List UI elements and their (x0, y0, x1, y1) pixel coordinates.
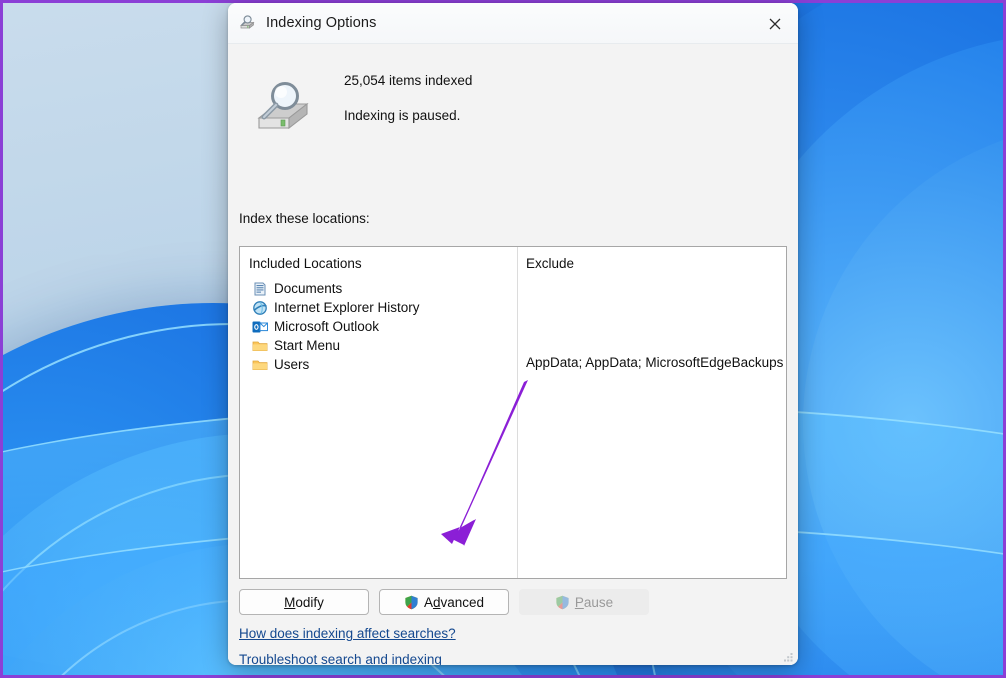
column-header-included: Included Locations (249, 256, 362, 271)
indexing-search-drive-icon (239, 14, 257, 32)
status-section: 25,054 items indexed Indexing is paused. (239, 60, 787, 150)
column-header-exclude: Exclude (526, 256, 575, 271)
uac-shield-icon (555, 595, 570, 610)
close-x-icon (769, 18, 781, 29)
troubleshoot-search-and-indexing-link[interactable]: Troubleshoot search and indexing (239, 652, 442, 665)
modify-button-label: Modify (284, 594, 324, 610)
internet-explorer-icon (252, 300, 268, 316)
documents-file-icon (252, 281, 268, 297)
indexing-options-dialog: Indexing Options 25,054 items indexed In… (228, 3, 798, 665)
dialog-body: 25,054 items indexed Indexing is paused.… (228, 44, 798, 665)
location-name: Users (274, 357, 310, 372)
indexing-state-text: Indexing is paused. (344, 108, 461, 123)
table-row[interactable]: Start Menu (240, 336, 517, 355)
close-window-button[interactable] (752, 3, 798, 44)
table-row[interactable]: Documents (240, 279, 517, 298)
screen-frame: Indexing Options 25,054 items indexed In… (0, 0, 1006, 678)
magnifier-over-drive-icon (255, 80, 317, 138)
folder-icon (252, 357, 268, 373)
included-locations-listbox[interactable]: Included Locations Exclude Documents Int… (239, 246, 787, 579)
pause-button-label: Pause (574, 594, 614, 610)
table-row[interactable]: Users (240, 355, 517, 374)
title-bar: Indexing Options (228, 3, 798, 44)
table-row[interactable]: Microsoft Outlook (240, 317, 517, 336)
items-indexed-text: 25,054 items indexed (344, 73, 473, 88)
pause-button: Pause (519, 589, 649, 615)
index-locations-label: Index these locations: (239, 211, 370, 226)
uac-shield-icon (404, 595, 419, 610)
location-rows: Documents Internet Explorer History Micr… (240, 279, 517, 374)
exclude-value: AppData; AppData; MicrosoftEdgeBackups (526, 355, 784, 370)
table-row[interactable]: Internet Explorer History (240, 298, 517, 317)
modify-button[interactable]: Modify (239, 589, 369, 615)
folder-icon (252, 338, 268, 354)
how-does-indexing-affect-searches-link[interactable]: How does indexing affect searches? (239, 626, 456, 641)
location-name: Documents (274, 281, 343, 296)
window-title: Indexing Options (266, 15, 377, 31)
location-name: Internet Explorer History (274, 300, 420, 315)
location-name: Start Menu (274, 338, 341, 353)
advanced-button-label: Advanced (423, 594, 485, 610)
microsoft-outlook-icon (252, 319, 268, 335)
location-name: Microsoft Outlook (274, 319, 380, 334)
column-divider (517, 247, 518, 578)
advanced-button[interactable]: Advanced (379, 589, 509, 615)
resize-grip[interactable] (782, 650, 794, 662)
